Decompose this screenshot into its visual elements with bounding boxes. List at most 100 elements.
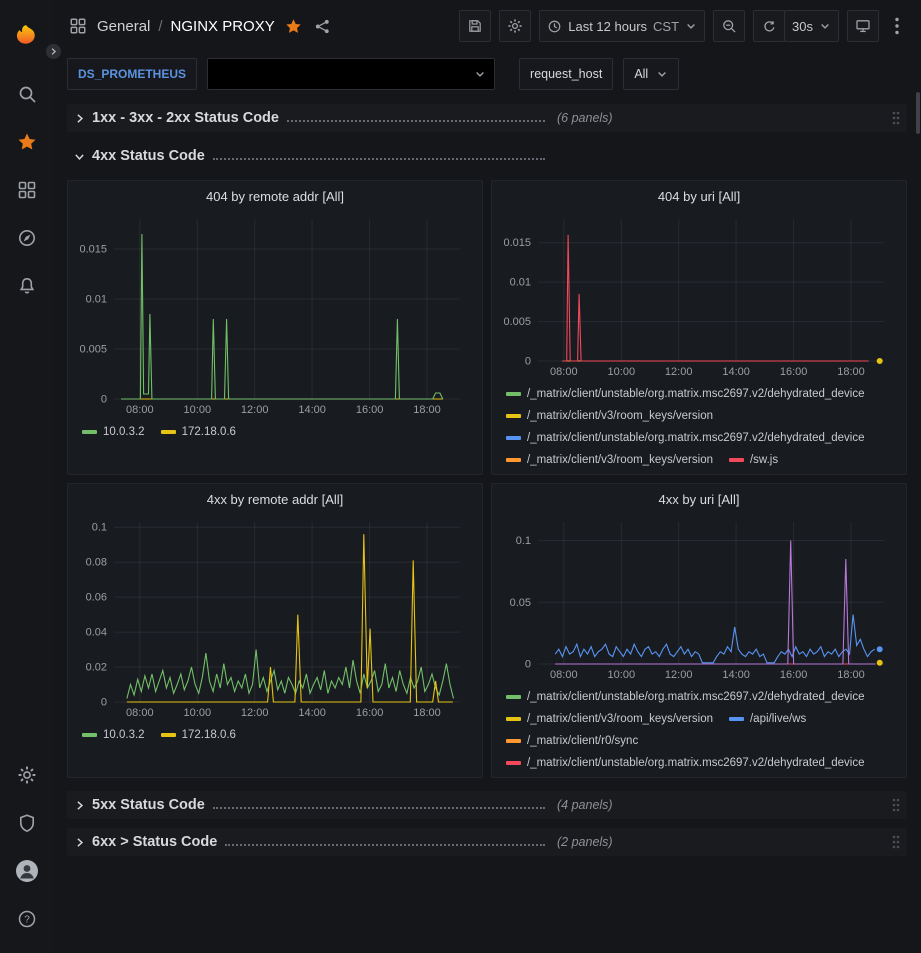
legend-series-color bbox=[506, 717, 521, 721]
legend-item[interactable]: 172.18.0.6 bbox=[161, 725, 236, 745]
row-header-4xx[interactable]: 4xx Status Code bbox=[67, 142, 907, 170]
panel-title: 404 by remote addr [All] bbox=[206, 189, 344, 204]
legend-item[interactable]: /_matrix/client/unstable/org.matrix.msc2… bbox=[506, 753, 865, 773]
panel-4xx-by-uri: 4xx by uri [All] 00.050.108:0010:0012:00… bbox=[491, 483, 907, 778]
svg-text:10:00: 10:00 bbox=[184, 707, 212, 719]
svg-text:14:00: 14:00 bbox=[298, 404, 326, 416]
grafana-logo[interactable] bbox=[7, 16, 47, 56]
sidebar-item-help[interactable]: ? bbox=[7, 899, 47, 939]
svg-text:0: 0 bbox=[525, 356, 531, 368]
legend-series-name: /api/live/ws bbox=[750, 713, 806, 725]
legend-item[interactable]: /sw.js bbox=[729, 450, 778, 470]
chart-canvas: 00.020.040.060.080.108:0010:0012:0014:00… bbox=[74, 514, 472, 720]
top-navbar: General / NGINX PROXY bbox=[53, 0, 921, 52]
legend-item[interactable]: 10.0.3.2 bbox=[82, 725, 145, 745]
search-icon bbox=[17, 84, 37, 104]
share-dashboard-button[interactable] bbox=[312, 16, 333, 37]
sidebar-item-profile[interactable] bbox=[7, 851, 47, 891]
legend-item[interactable]: /_matrix/client/unstable/org.matrix.msc2… bbox=[506, 428, 865, 448]
scrollbar-thumb[interactable] bbox=[916, 92, 920, 134]
sidebar-item-settings[interactable] bbox=[7, 755, 47, 795]
sidebar-item-alerting[interactable] bbox=[7, 266, 47, 306]
timeseries-chart[interactable]: 00.0050.010.01508:0010:0012:0014:0016:00… bbox=[74, 211, 472, 417]
legend-series-name: /sw.js bbox=[750, 454, 778, 466]
timeseries-chart[interactable]: 00.020.040.060.080.108:0010:0012:0014:00… bbox=[74, 514, 472, 720]
row-header-5xx[interactable]: 5xx Status Code (4 panels) bbox=[67, 791, 907, 819]
panel-header[interactable]: 404 by uri [All] bbox=[492, 181, 906, 211]
variable-label-request-host[interactable]: request_host bbox=[519, 58, 613, 90]
legend-series-name: 172.18.0.6 bbox=[182, 426, 236, 438]
chevron-right-icon bbox=[73, 112, 86, 125]
legend-item[interactable]: /api/live/ws bbox=[729, 709, 806, 729]
breadcrumb-folder[interactable]: General bbox=[97, 18, 150, 35]
panel-header[interactable]: 404 by remote addr [All] bbox=[68, 181, 482, 211]
zoom-out-time-button[interactable] bbox=[713, 10, 745, 42]
legend-item[interactable]: /_matrix/client/unstable/org.matrix.msc2… bbox=[506, 384, 865, 404]
chart-canvas: 00.0050.010.01508:0010:0012:0014:0016:00… bbox=[498, 211, 896, 379]
chevron-down-icon bbox=[656, 68, 668, 80]
legend-item[interactable]: 10.0.3.2 bbox=[82, 422, 145, 442]
row-header-1xx-3xx-2xx[interactable]: 1xx - 3xx - 2xx Status Code (6 panels) bbox=[67, 104, 907, 132]
legend-item[interactable]: /_matrix/client/unstable/org.matrix.msc2… bbox=[506, 687, 865, 707]
chevron-right-icon bbox=[73, 799, 86, 812]
legend: 10.0.3.2 172.18.0.6 bbox=[74, 720, 472, 775]
sidebar-item-server-admin[interactable] bbox=[7, 803, 47, 843]
star-icon bbox=[285, 18, 302, 35]
legend-item[interactable]: /_matrix/client/v3/room_keys/version bbox=[506, 406, 713, 426]
help-icon: ? bbox=[17, 909, 37, 929]
tv-mode-button[interactable] bbox=[847, 10, 879, 42]
panel-title: 4xx by remote addr [All] bbox=[207, 492, 344, 507]
legend-item[interactable]: /_matrix/client/v3/room_keys/version bbox=[506, 709, 713, 729]
refresh-interval-picker[interactable]: 30s bbox=[784, 10, 839, 42]
variable-label-ds-prometheus[interactable]: DS_PROMETHEUS bbox=[67, 58, 197, 90]
timeseries-chart[interactable]: 00.050.108:0010:0012:0014:0016:0018:00 bbox=[498, 514, 896, 682]
svg-text:08:00: 08:00 bbox=[126, 404, 154, 416]
panel-title: 404 by uri [All] bbox=[658, 189, 740, 204]
dashboards-grid-icon bbox=[17, 180, 37, 200]
breadcrumb: General / NGINX PROXY bbox=[97, 18, 275, 35]
dashboard-title[interactable]: NGINX PROXY bbox=[171, 18, 275, 35]
legend-series-color bbox=[506, 392, 521, 396]
sidebar-expand-button[interactable] bbox=[45, 43, 62, 60]
dashboard-variables-bar: DS_PROMETHEUS request_host All bbox=[53, 52, 921, 96]
row-drag-handle[interactable] bbox=[891, 110, 901, 126]
row-drag-handle[interactable] bbox=[891, 834, 901, 850]
request-host-value-select[interactable]: All bbox=[623, 58, 679, 90]
timeseries-chart[interactable]: 00.0050.010.01508:0010:0012:0014:0016:00… bbox=[498, 211, 896, 379]
row-header-6xx[interactable]: 6xx > Status Code (2 panels) bbox=[67, 828, 907, 856]
legend-item[interactable]: 172.18.0.6 bbox=[161, 422, 236, 442]
dashboard-settings-button[interactable] bbox=[499, 10, 531, 42]
row-drag-handle[interactable] bbox=[891, 797, 901, 813]
grafana-app: ? General / NGINX PROXY bbox=[0, 0, 921, 953]
svg-text:10:00: 10:00 bbox=[608, 669, 636, 681]
svg-text:0: 0 bbox=[101, 394, 107, 406]
save-dashboard-button[interactable] bbox=[459, 10, 491, 42]
sidebar-item-starred[interactable] bbox=[7, 122, 47, 162]
panel-4xx-by-remote-addr: 4xx by remote addr [All] 00.020.040.060.… bbox=[67, 483, 483, 778]
svg-text:18:00: 18:00 bbox=[837, 366, 865, 378]
sidebar-item-dashboards[interactable] bbox=[7, 170, 47, 210]
chevron-down-icon bbox=[819, 20, 831, 32]
svg-text:14:00: 14:00 bbox=[298, 707, 326, 719]
kebab-menu-icon bbox=[894, 16, 900, 36]
sidebar-item-explore[interactable] bbox=[7, 218, 47, 258]
panel-header[interactable]: 4xx by uri [All] bbox=[492, 484, 906, 514]
svg-text:0.02: 0.02 bbox=[86, 662, 107, 674]
legend-item[interactable]: /_matrix/client/v3/room_keys/version bbox=[506, 450, 713, 470]
favorite-star-button[interactable] bbox=[283, 16, 304, 37]
time-range-picker[interactable]: Last 12 hours CST bbox=[539, 10, 705, 42]
legend: /_matrix/client/unstable/org.matrix.msc2… bbox=[498, 379, 896, 472]
svg-text:0.015: 0.015 bbox=[503, 237, 531, 249]
datasource-value-select[interactable] bbox=[207, 58, 495, 90]
panel-header[interactable]: 4xx by remote addr [All] bbox=[68, 484, 482, 514]
svg-text:16:00: 16:00 bbox=[356, 707, 384, 719]
sidebar-item-search[interactable] bbox=[7, 74, 47, 114]
legend-series-color bbox=[506, 458, 521, 462]
svg-text:0.005: 0.005 bbox=[503, 316, 531, 328]
legend-series-color bbox=[729, 717, 744, 721]
legend-item[interactable]: /_matrix/client/r0/sync bbox=[506, 731, 638, 751]
legend-series-name: /_matrix/client/v3/room_keys/version bbox=[527, 713, 713, 725]
refresh-button[interactable] bbox=[753, 10, 785, 42]
row-title: 6xx > Status Code bbox=[92, 834, 217, 850]
more-options-button[interactable] bbox=[887, 10, 907, 42]
